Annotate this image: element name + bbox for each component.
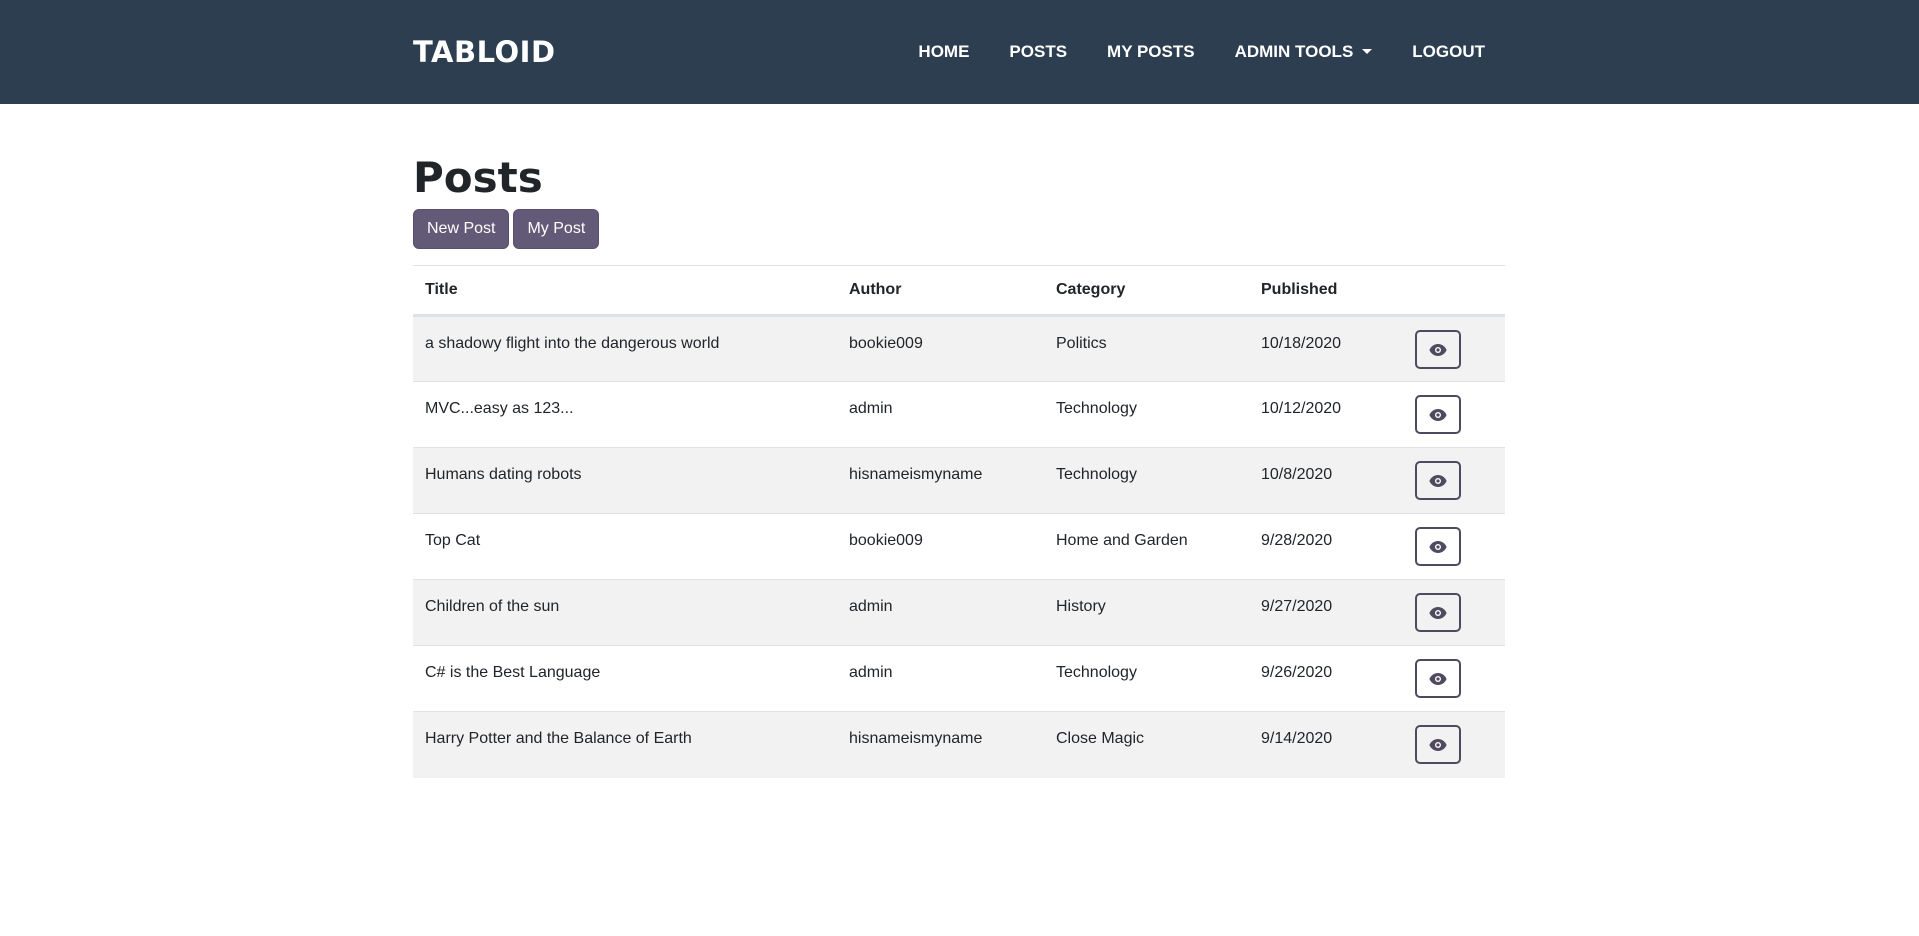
table-row: Humans dating robots hisnameismyname Techn… (413, 447, 1505, 514)
column-header-author: Author (837, 265, 1044, 317)
new-post-button[interactable]: New Post (413, 209, 510, 249)
nav-links: HOME POSTS MY POSTS ADMIN TOOLS LOGOUT (898, 0, 1505, 104)
post-title: Children of the sun (413, 579, 837, 646)
nav-link-my-posts[interactable]: MY POSTS (1087, 42, 1215, 62)
post-category: Technology (1044, 645, 1249, 712)
post-published-date: 9/28/2020 (1249, 513, 1403, 580)
column-header-category: Category (1044, 265, 1249, 317)
eye-icon (1429, 343, 1447, 356)
post-category: Technology (1044, 381, 1249, 448)
navbar-inner: TABLOID HOME POSTS MY POSTS ADMIN TOOLS … (413, 0, 1505, 104)
post-author: hisnameismyname (849, 730, 983, 747)
table-body: a shadowy flight into the dangerous worl… (413, 315, 1505, 778)
post-category: Close Magic (1056, 730, 1145, 747)
eye-icon (1429, 540, 1447, 553)
post-title: Harry Potter and the Balance of Earth (425, 730, 692, 747)
post-published-date: 10/8/2020 (1249, 447, 1403, 514)
table-row: C# is the Best Language admin Technology 9/… (413, 645, 1505, 712)
post-author: admin (837, 645, 1044, 712)
post-actions (1403, 712, 1505, 778)
view-post-button[interactable] (1415, 527, 1461, 566)
post-author: admin (837, 381, 1044, 448)
view-post-button[interactable] (1415, 659, 1461, 698)
eye-icon (1429, 672, 1447, 685)
post-title: MVC...easy as 123... (413, 381, 837, 448)
nav-link-posts[interactable]: POSTS (989, 42, 1087, 62)
eye-icon (1429, 606, 1447, 619)
post-category: Home and Garden (1044, 513, 1249, 580)
post-title: Top Cat (413, 513, 837, 580)
post-actions (1403, 645, 1505, 712)
caret-down-icon (1362, 48, 1373, 54)
table-row: Top Cat bookie009 Home and Garden 9/28/2020 (413, 513, 1505, 580)
view-post-button[interactable] (1415, 593, 1461, 632)
column-header-actions (1403, 265, 1505, 317)
table-row: Harry Potter and the Balance of Earth his… (413, 711, 1505, 778)
post-author: bookie009 (837, 513, 1044, 580)
post-title: a shadowy flight into the dangerous worl… (413, 315, 837, 382)
post-actions (1403, 513, 1505, 580)
nav-dropdown-admin-tools[interactable]: ADMIN TOOLS (1215, 42, 1393, 62)
table-row: Children of the sun admin History 9/27/2020 (413, 579, 1505, 646)
post-title: C# is the Best Language (413, 645, 837, 712)
view-post-button[interactable] (1415, 461, 1461, 500)
main-content: Posts New Post My Post Title Author Cate… (413, 152, 1505, 778)
table-row: MVC...easy as 123... admin Technology 10/12… (413, 381, 1505, 448)
view-post-button[interactable] (1415, 395, 1461, 434)
page-title: Posts (413, 153, 543, 202)
eye-icon (1429, 738, 1447, 751)
post-category: History (1044, 579, 1249, 646)
view-post-button[interactable] (1415, 725, 1461, 764)
post-actions (1403, 381, 1505, 448)
navbar: TABLOID HOME POSTS MY POSTS ADMIN TOOLS … (0, 0, 1919, 104)
post-published-date: 9/27/2020 (1249, 579, 1403, 646)
nav-link-logout[interactable]: LOGOUT (1392, 42, 1505, 62)
view-post-button[interactable] (1415, 330, 1461, 369)
posts-table: Title Author Category Published a shadow… (413, 265, 1505, 778)
header-row: Title Author Category Published (413, 265, 1505, 317)
column-header-title: Title (413, 265, 837, 317)
brand-logo[interactable]: TABLOID (413, 35, 556, 69)
column-header-published: Published (1249, 265, 1403, 317)
post-title: Humans dating robots (413, 447, 837, 514)
post-author: hisnameismyname (837, 447, 1044, 514)
post-published-date: 9/14/2020 (1261, 730, 1333, 747)
post-published-date: 10/12/2020 (1249, 381, 1403, 448)
post-published-date: 10/18/2020 (1249, 315, 1403, 382)
post-actions (1403, 579, 1505, 646)
my-post-button[interactable]: My Post (513, 209, 600, 249)
post-category: Politics (1044, 315, 1249, 382)
post-author: bookie009 (837, 315, 1044, 382)
action-buttons: New Post My Post (413, 209, 1505, 249)
post-category: Technology (1044, 447, 1249, 514)
post-author: admin (837, 579, 1044, 646)
nav-dropdown-admin-tools-label: ADMIN TOOLS (1234, 42, 1354, 61)
post-actions (1403, 447, 1505, 514)
nav-link-home[interactable]: HOME (898, 42, 989, 62)
eye-icon (1429, 408, 1447, 421)
table-header: Title Author Category Published (413, 265, 1505, 317)
post-actions (1403, 315, 1505, 382)
table-row: a shadowy flight into the dangerous worl… (413, 315, 1505, 382)
eye-icon (1429, 474, 1447, 487)
post-published-date: 9/26/2020 (1249, 645, 1403, 712)
